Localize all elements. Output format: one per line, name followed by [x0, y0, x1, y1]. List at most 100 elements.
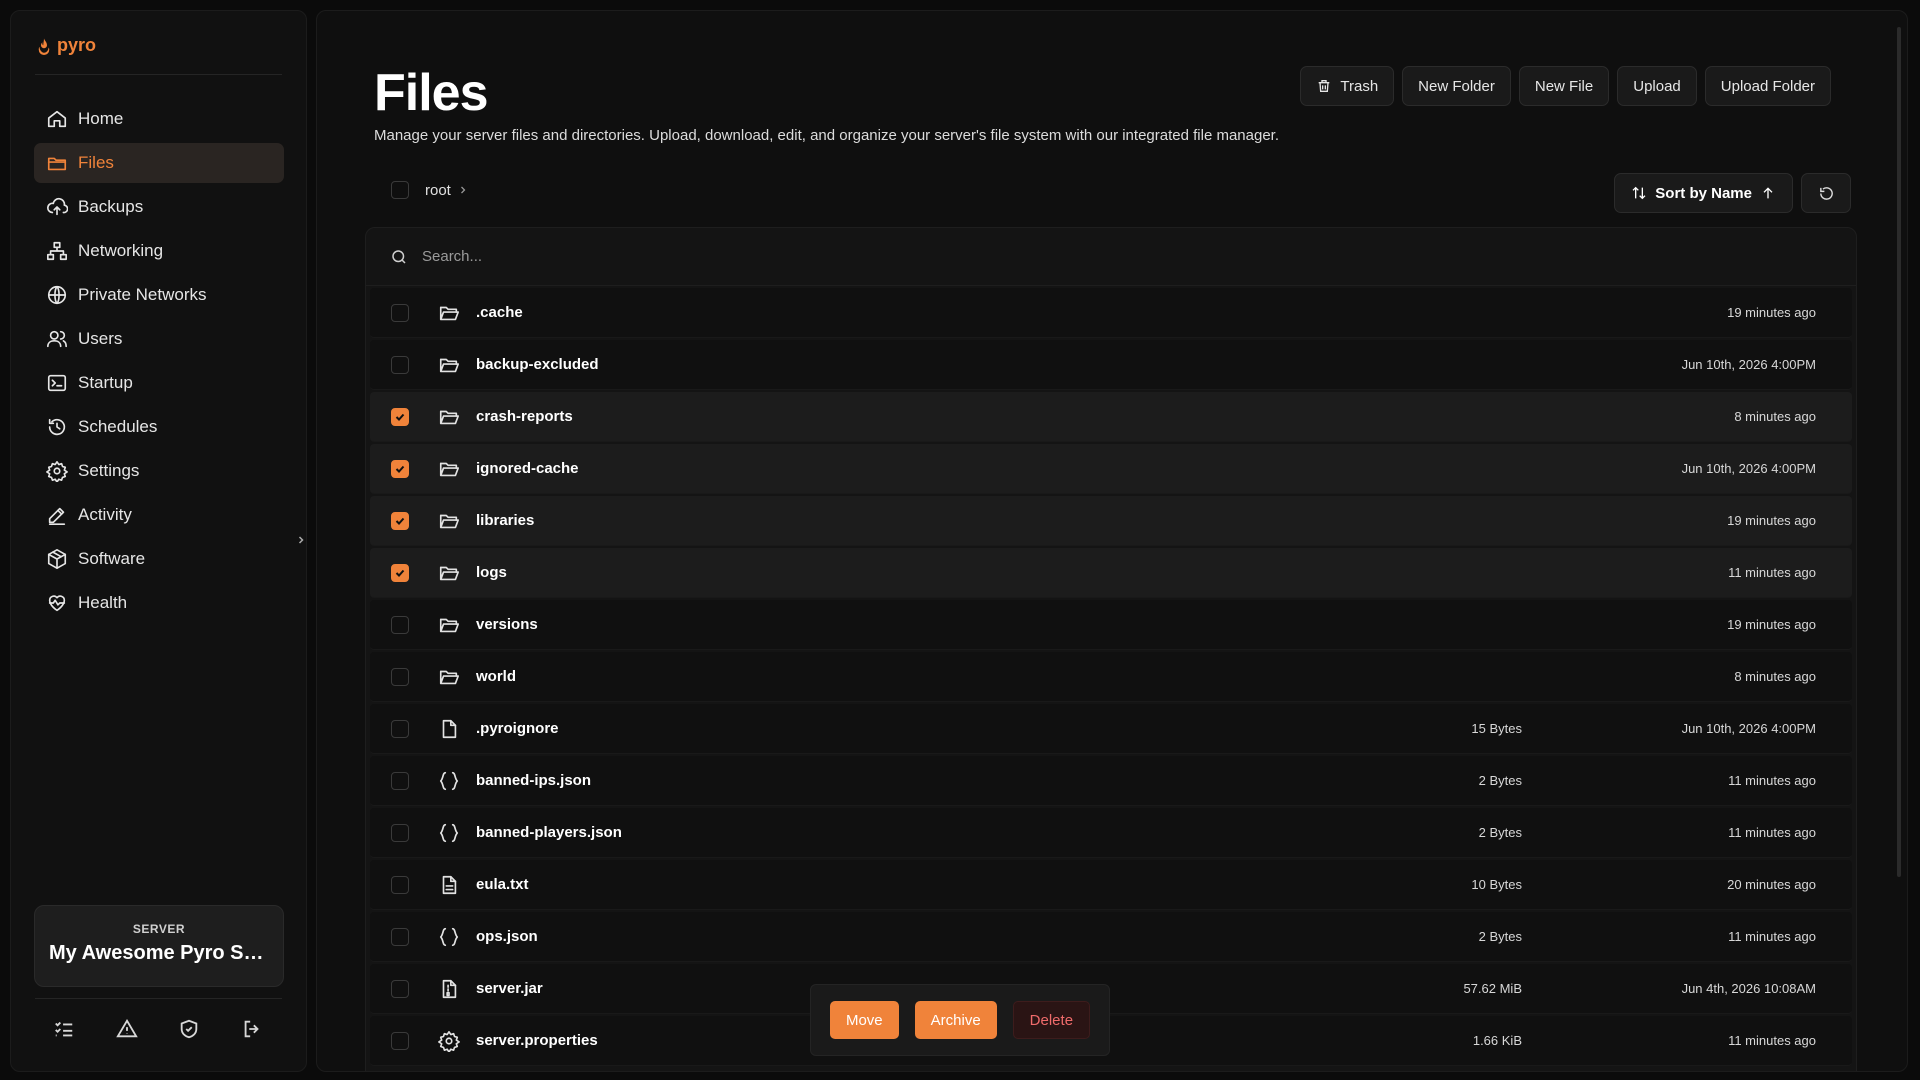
- chevron-right-icon: [298, 536, 304, 544]
- file-modified-date: 19 minutes ago: [1727, 513, 1816, 528]
- row-checkbox[interactable]: [391, 823, 409, 842]
- file-row[interactable]: eula.txt 10 Bytes 20 minutes ago: [370, 860, 1852, 910]
- sidebar-item-activity[interactable]: Activity: [34, 495, 284, 535]
- braces-icon: [437, 769, 461, 793]
- move-button[interactable]: Move: [829, 1001, 899, 1039]
- row-checkbox[interactable]: [391, 771, 409, 790]
- upload-button[interactable]: Upload: [1617, 66, 1697, 106]
- new-file-button[interactable]: New File: [1518, 66, 1610, 106]
- row-checkbox[interactable]: [391, 875, 409, 894]
- file-row[interactable]: server.jar 57.62 MiB Jun 4th, 2026 10:08AM: [370, 964, 1852, 1014]
- sidebar-divider: [35, 74, 282, 75]
- server-label: SERVER: [132, 922, 186, 936]
- sidebar-divider: [35, 998, 282, 999]
- row-checkbox[interactable]: [391, 511, 409, 530]
- archive-button[interactable]: Archive: [914, 1001, 997, 1039]
- breadcrumb-root[interactable]: root: [425, 182, 469, 199]
- file-row[interactable]: banned-players.json 2 Bytes 11 minutes ago: [370, 808, 1852, 858]
- file-row[interactable]: crash-reports 8 minutes ago: [370, 392, 1852, 442]
- file-toolbar: Trash New Folder New File Upload Upload …: [1300, 66, 1831, 106]
- row-checkbox[interactable]: [391, 615, 409, 634]
- upload-folder-button[interactable]: Upload Folder: [1704, 66, 1831, 106]
- sidebar-item-private-networks[interactable]: Private Networks: [34, 275, 284, 315]
- file-name: eula.txt: [476, 876, 529, 893]
- file-row[interactable]: banned-ips.json 2 Bytes 11 minutes ago: [370, 756, 1852, 806]
- file-modified-date: 19 minutes ago: [1727, 617, 1816, 632]
- search-icon: [392, 249, 406, 264]
- sidebar-item-home[interactable]: Home: [34, 99, 284, 139]
- delete-button[interactable]: Delete: [1012, 1001, 1091, 1039]
- folder-icon: [47, 157, 67, 171]
- sidebar-item-label: Software: [78, 549, 146, 568]
- sort-by-name-button[interactable]: Sort by Name: [1614, 173, 1793, 213]
- row-checkbox[interactable]: [391, 407, 409, 426]
- file-row[interactable]: ops.json 2 Bytes 11 minutes ago: [370, 912, 1852, 962]
- sidebar-footer: [34, 1018, 284, 1042]
- sidebar-item-software[interactable]: Software: [34, 539, 284, 579]
- file-modified-date: Jun 10th, 2026 4:00PM: [1681, 721, 1816, 736]
- chevron-right-icon: [460, 186, 466, 194]
- logout-icon[interactable]: [241, 1018, 265, 1042]
- file-row[interactable]: ignored-cache Jun 10th, 2026 4:00PM: [370, 444, 1852, 494]
- server-name: My Awesome Pyro Se...: [49, 942, 272, 964]
- file-name: versions: [476, 616, 538, 633]
- file-row[interactable]: world 8 minutes ago: [370, 652, 1852, 702]
- sidebar-item-backups[interactable]: Backups: [34, 187, 284, 227]
- row-checkbox[interactable]: [391, 563, 409, 582]
- row-checkbox[interactable]: [391, 355, 409, 374]
- refresh-button[interactable]: [1801, 173, 1851, 213]
- sidebar-nav: Home Files Backups Networking Private Networ…: [34, 99, 284, 627]
- file-row[interactable]: versions 19 minutes ago: [370, 600, 1852, 650]
- sidebar-item-label: Backups: [78, 197, 144, 216]
- page-subtitle: Manage your server files and directories…: [374, 127, 1279, 144]
- trash-label: Trash: [1340, 77, 1379, 95]
- sidebar-item-startup[interactable]: Startup: [34, 363, 284, 403]
- row-checkbox[interactable]: [391, 667, 409, 686]
- sidebar-item-files[interactable]: Files: [34, 143, 284, 183]
- shield-icon[interactable]: [178, 1018, 202, 1042]
- file-name: server.jar: [476, 980, 543, 997]
- sidebar-item-users[interactable]: Users: [34, 319, 284, 359]
- file-row[interactable]: backup-excluded Jun 10th, 2026 4:00PM: [370, 340, 1852, 390]
- gear-icon: [437, 1029, 461, 1053]
- new-folder-button[interactable]: New Folder: [1402, 66, 1511, 106]
- sidebar-item-networking[interactable]: Networking: [34, 231, 284, 271]
- select-all-checkbox[interactable]: [391, 181, 409, 199]
- sidebar-item-label: Activity: [78, 505, 132, 524]
- row-checkbox[interactable]: [391, 719, 409, 738]
- folder-open-icon: [437, 457, 461, 481]
- file-row[interactable]: .cache 19 minutes ago: [370, 288, 1852, 338]
- server-card[interactable]: SERVER My Awesome Pyro Se...: [34, 905, 284, 987]
- file-name: crash-reports: [476, 408, 573, 425]
- sidebar-item-schedules[interactable]: Schedules: [34, 407, 284, 447]
- gear-icon: [46, 461, 68, 482]
- sidebar-item-label: Files: [78, 153, 114, 172]
- sidebar-item-health[interactable]: Health: [34, 583, 284, 623]
- row-checkbox[interactable]: [391, 1031, 409, 1050]
- file-row[interactable]: logs 11 minutes ago: [370, 548, 1852, 598]
- file-size: 2 Bytes: [1478, 929, 1522, 944]
- sidebar-item-label: Users: [78, 329, 123, 348]
- pyro-logo[interactable]: pyro: [35, 35, 96, 56]
- sidebar-item-label: Health: [78, 593, 128, 612]
- search-input[interactable]: [422, 248, 1022, 265]
- flame-icon: [38, 38, 50, 55]
- sidebar-collapse-toggle[interactable]: [293, 530, 309, 550]
- row-checkbox[interactable]: [391, 979, 409, 998]
- file-row[interactable]: .pyroignore 15 Bytes Jun 10th, 2026 4:00PM: [370, 704, 1852, 754]
- row-checkbox[interactable]: [391, 459, 409, 478]
- trash-icon: [1319, 80, 1330, 92]
- file-name: libraries: [476, 512, 535, 529]
- row-checkbox[interactable]: [391, 927, 409, 946]
- row-checkbox[interactable]: [391, 303, 409, 322]
- file-row[interactable]: libraries 19 minutes ago: [370, 496, 1852, 546]
- warning-icon[interactable]: [115, 1018, 140, 1042]
- file-size: 2 Bytes: [1478, 825, 1522, 840]
- sidebar-item-settings[interactable]: Settings: [34, 451, 284, 491]
- network-icon: [47, 241, 67, 261]
- file-row[interactable]: server.properties 1.66 KiB 11 minutes ago: [370, 1016, 1852, 1066]
- users-icon: [47, 330, 67, 348]
- trash-button[interactable]: Trash: [1300, 66, 1395, 106]
- page-scrollbar[interactable]: [1897, 27, 1901, 877]
- list-checks-icon[interactable]: [53, 1018, 77, 1042]
